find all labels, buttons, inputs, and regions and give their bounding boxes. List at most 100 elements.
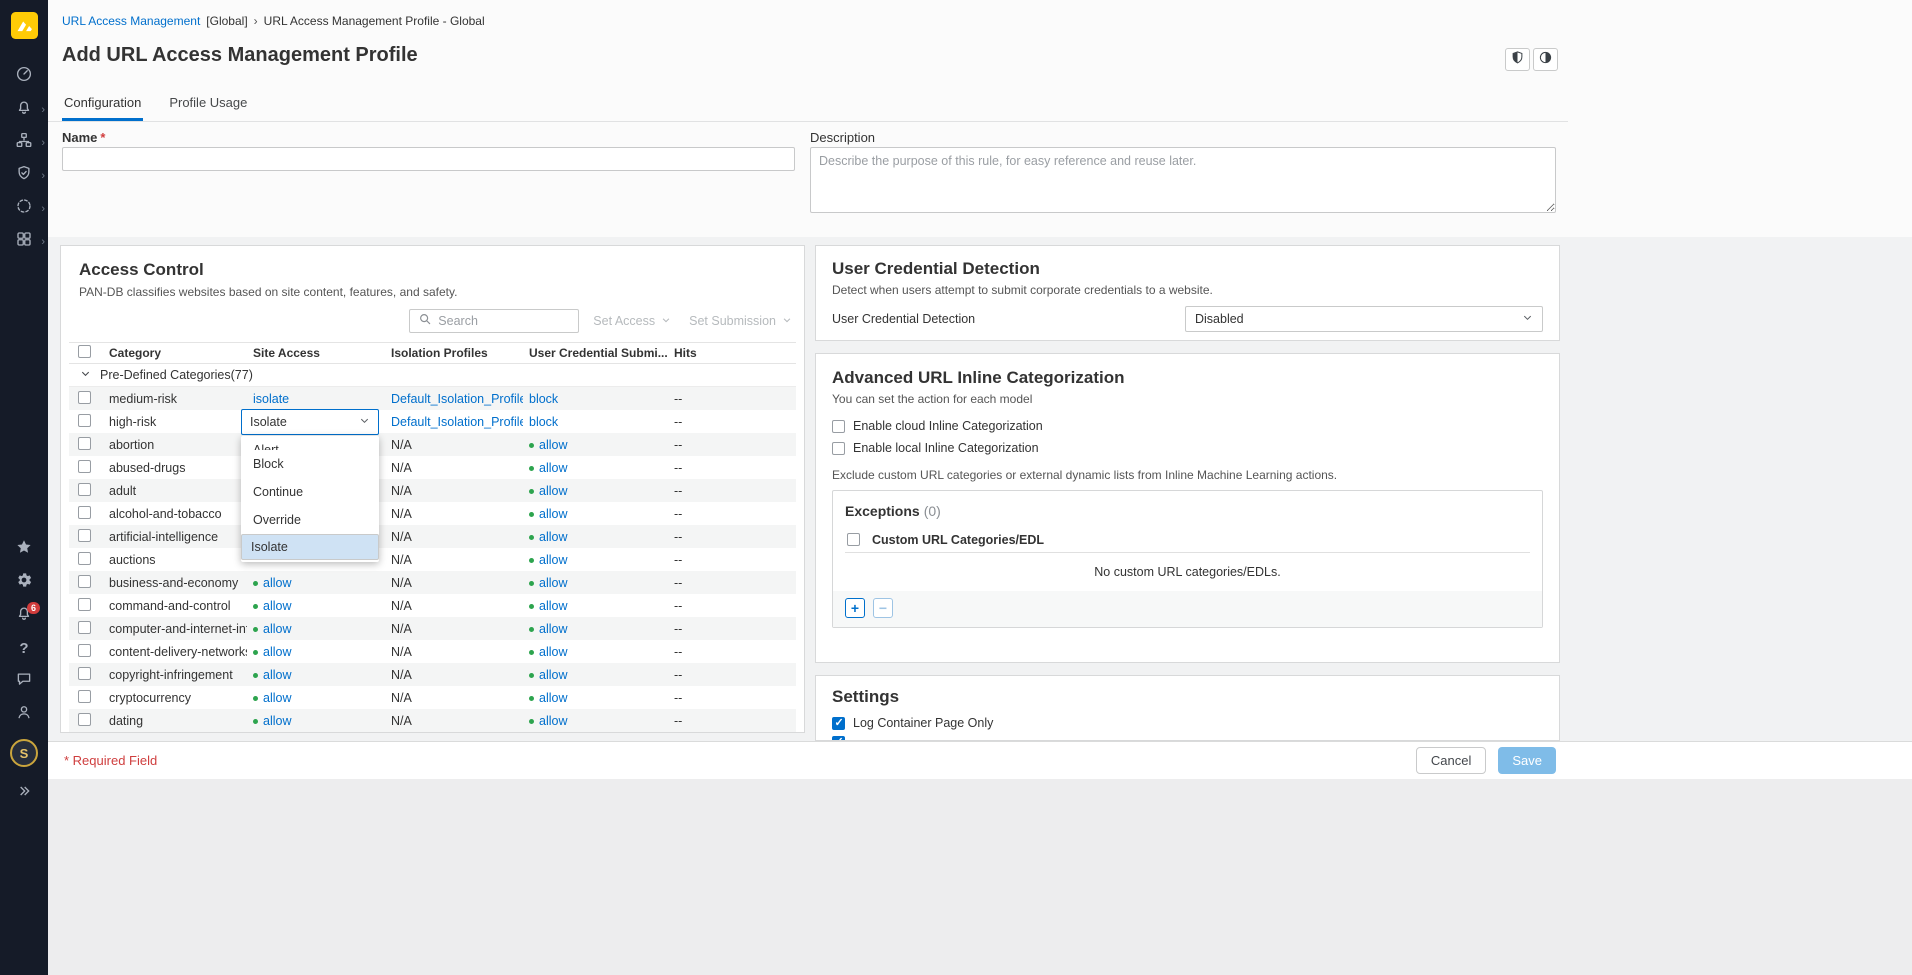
table-row[interactable]: high-riskDefault_Isolation_Profileblock-… <box>69 410 796 433</box>
row-checkbox[interactable] <box>78 598 91 611</box>
sidebar-item-workflows-grid[interactable]: › <box>0 225 48 258</box>
submission-link[interactable]: allow <box>539 553 568 567</box>
submission-link[interactable]: block <box>529 415 558 429</box>
sidebar-item-security-shield[interactable]: › <box>0 159 48 192</box>
row-checkbox[interactable] <box>78 575 91 588</box>
table-row[interactable]: computer-and-internet-infoallowN/Aallow-… <box>69 617 796 640</box>
table-row[interactable]: auctionsN/Aallow-- <box>69 548 796 571</box>
search-input[interactable] <box>438 314 570 328</box>
sidebar-item-dashboard[interactable] <box>0 60 48 93</box>
row-checkbox[interactable] <box>78 690 91 703</box>
row-checkbox[interactable] <box>78 667 91 680</box>
site-access-link[interactable]: allow <box>263 691 292 705</box>
table-row[interactable]: medium-riskisolateDefault_Isolation_Prof… <box>69 387 796 410</box>
submission-link[interactable]: allow <box>539 668 568 682</box>
table-row[interactable]: command-and-controlallowN/Aallow-- <box>69 594 796 617</box>
table-row[interactable]: artificial-intelligenceN/Aallow-- <box>69 525 796 548</box>
shield-toggle-button[interactable] <box>1505 48 1530 71</box>
row-checkbox[interactable] <box>78 552 91 565</box>
sidebar-expand-icon[interactable] <box>16 777 32 805</box>
save-button[interactable]: Save <box>1498 747 1556 774</box>
row-checkbox[interactable] <box>78 414 91 427</box>
table-row[interactable]: abused-drugsN/Aallow-- <box>69 456 796 479</box>
site-access-option[interactable]: Continue <box>241 478 379 506</box>
submission-link[interactable]: block <box>529 392 558 406</box>
tab-configuration[interactable]: Configuration <box>62 91 143 121</box>
row-checkbox[interactable] <box>78 621 91 634</box>
exceptions-select-all-checkbox[interactable] <box>847 533 860 546</box>
remove-exception-button[interactable]: − <box>873 598 893 618</box>
description-input[interactable] <box>810 147 1556 213</box>
submission-link[interactable]: allow <box>539 599 568 613</box>
row-checkbox[interactable] <box>78 437 91 450</box>
log-container-checkbox[interactable] <box>832 717 845 730</box>
isolation-profile-link[interactable]: Default_Isolation_Profile <box>391 392 523 406</box>
row-checkbox[interactable] <box>78 391 91 404</box>
ucd-select[interactable]: Disabled <box>1185 306 1543 332</box>
row-checkbox[interactable] <box>78 460 91 473</box>
site-access-option[interactable]: Isolate <box>241 534 379 560</box>
isolation-profile-link[interactable]: Default_Isolation_Profile <box>391 415 523 429</box>
avatar[interactable]: S <box>10 739 38 767</box>
row-checkbox[interactable] <box>78 644 91 657</box>
contrast-toggle-button[interactable] <box>1533 48 1558 71</box>
sidebar-item-operations-dashed-circle[interactable]: › <box>0 192 48 225</box>
row-checkbox[interactable] <box>78 506 91 519</box>
site-access-option[interactable]: Override <box>241 506 379 534</box>
sidebar-item-feedback-chat[interactable] <box>0 665 48 698</box>
site-access-link[interactable]: allow <box>263 599 292 613</box>
table-row[interactable]: datingallowN/Aallow-- <box>69 709 796 732</box>
hits-cell: -- <box>668 668 796 682</box>
cloud-inline-checkbox[interactable] <box>832 420 845 433</box>
submission-link[interactable]: allow <box>539 714 568 728</box>
sidebar-item-settings-gear[interactable] <box>0 566 48 599</box>
palo-alto-logo[interactable] <box>11 12 38 44</box>
name-input[interactable] <box>62 147 795 171</box>
sidebar-item-favorites-star[interactable] <box>0 533 48 566</box>
submission-link[interactable]: allow <box>539 507 568 521</box>
site-access-link[interactable]: isolate <box>253 392 289 406</box>
breadcrumb-root-link[interactable]: URL Access Management <box>62 14 200 28</box>
row-checkbox[interactable] <box>78 483 91 496</box>
cancel-button[interactable]: Cancel <box>1416 747 1486 774</box>
table-row[interactable]: copyright-infringementallowN/Aallow-- <box>69 663 796 686</box>
sidebar-item-user[interactable] <box>0 698 48 731</box>
submission-link[interactable]: allow <box>539 438 568 452</box>
site-access-link[interactable]: allow <box>263 714 292 728</box>
sidebar-item-network-hierarchy[interactable]: › <box>0 126 48 159</box>
table-row[interactable]: content-delivery-networksallowN/Aallow-- <box>69 640 796 663</box>
submission-link[interactable]: allow <box>539 645 568 659</box>
site-access-select[interactable]: Isolate <box>241 409 379 435</box>
site-access-link[interactable]: allow <box>263 622 292 636</box>
row-checkbox[interactable] <box>78 529 91 542</box>
local-inline-checkbox[interactable] <box>832 442 845 455</box>
category-group-row[interactable]: Pre-Defined Categories(77) <box>69 364 796 387</box>
site-access-cell: allow <box>247 668 385 682</box>
table-row[interactable]: adultN/Aallow-- <box>69 479 796 502</box>
tab-profile-usage[interactable]: Profile Usage <box>167 91 249 121</box>
row-checkbox[interactable] <box>78 713 91 726</box>
add-exception-button[interactable]: + <box>845 598 865 618</box>
site-access-link[interactable]: allow <box>263 645 292 659</box>
table-row[interactable]: cryptocurrencyallowN/Aallow-- <box>69 686 796 709</box>
submission-link[interactable]: allow <box>539 691 568 705</box>
set-submission-dropdown[interactable]: Set Submission <box>685 314 796 328</box>
submission-link[interactable]: allow <box>539 622 568 636</box>
table-row[interactable]: business-and-economyallowN/Aallow-- <box>69 571 796 594</box>
submission-link[interactable]: allow <box>539 576 568 590</box>
table-row[interactable]: abortionN/Aallow-- <box>69 433 796 456</box>
submission-link[interactable]: allow <box>539 484 568 498</box>
site-access-option[interactable]: Block <box>241 450 379 478</box>
table-row[interactable]: alcohol-and-tobaccoN/Aallow-- <box>69 502 796 525</box>
submission-link[interactable]: allow <box>539 461 568 475</box>
sidebar-item-notifications-bell[interactable]: 6 <box>0 599 48 632</box>
sidebar-item-help[interactable]: ? <box>0 632 48 665</box>
site-access-option[interactable]: Alert <box>241 436 379 450</box>
site-access-link[interactable]: allow <box>263 668 292 682</box>
submission-link[interactable]: allow <box>539 530 568 544</box>
set-access-dropdown[interactable]: Set Access <box>589 314 675 328</box>
chevron-right-icon: › <box>41 137 45 149</box>
site-access-link[interactable]: allow <box>263 576 292 590</box>
select-all-checkbox[interactable] <box>78 345 91 358</box>
sidebar-item-alerts-bell[interactable]: › <box>0 93 48 126</box>
